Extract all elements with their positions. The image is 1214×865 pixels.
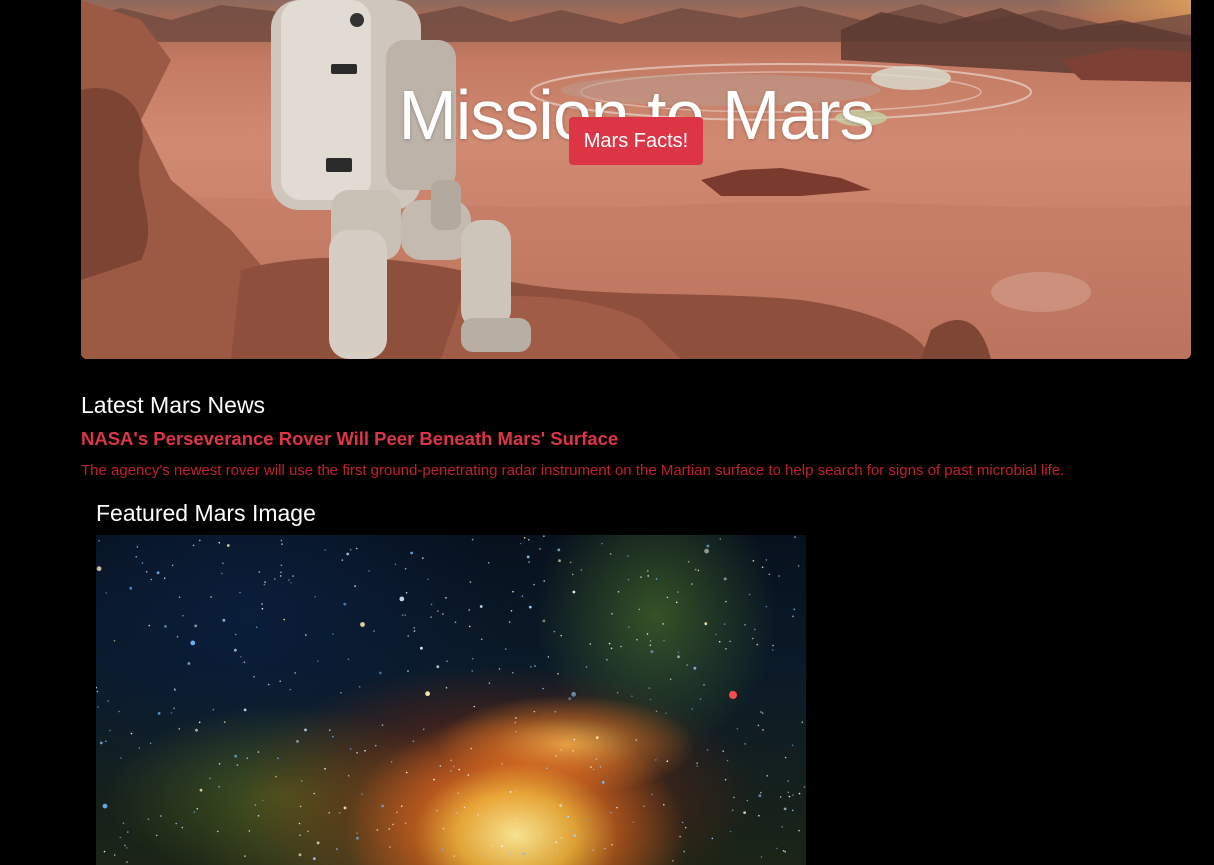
- featured-mars-image[interactable]: [96, 535, 806, 865]
- mars-facts-button[interactable]: Mars Facts!: [569, 117, 703, 165]
- starfield-graphic: [96, 535, 806, 863]
- page: Mission to Mars Mars Facts! Latest Mars …: [0, 0, 1214, 865]
- featured-image-heading: Featured Mars Image: [96, 500, 316, 526]
- latest-news-heading: Latest Mars News: [81, 392, 266, 418]
- news-title-link[interactable]: NASA's Perseverance Rover Will Peer Bene…: [81, 427, 618, 451]
- news-teaser: The agency's newest rover will use the f…: [81, 462, 1065, 479]
- hero-background-image: [81, 0, 1191, 359]
- hero-banner: Mission to Mars Mars Facts!: [81, 0, 1191, 359]
